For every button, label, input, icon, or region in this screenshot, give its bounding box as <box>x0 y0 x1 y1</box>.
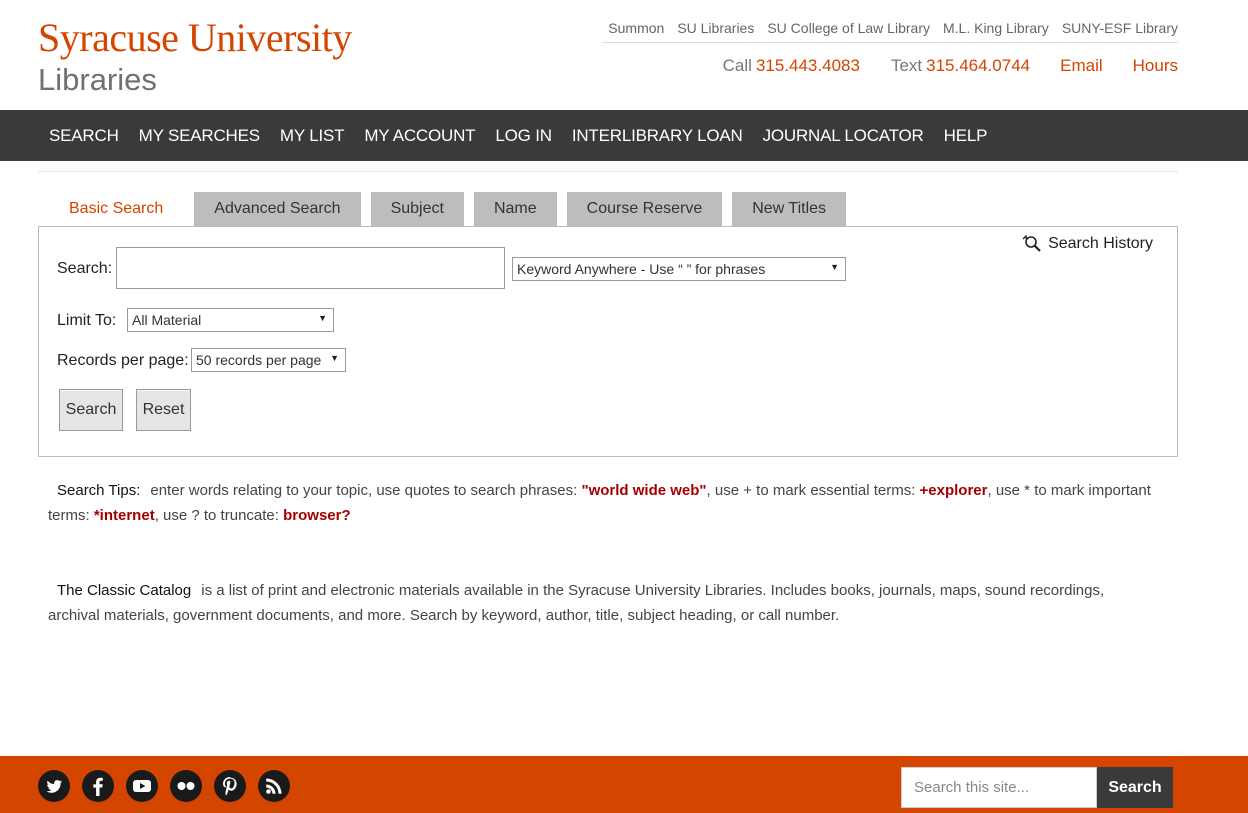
search-type-value: Keyword Anywhere - Use “ ” for phrases <box>517 261 766 277</box>
nav-log-in[interactable]: LOG IN <box>485 126 561 146</box>
hours-link[interactable]: Hours <box>1133 56 1178 76</box>
logo-subtitle: Libraries <box>38 62 157 97</box>
limit-value: All Material <box>132 312 202 328</box>
records-per-page-label: Records per page: <box>57 352 189 369</box>
email-link[interactable]: Email <box>1060 56 1103 76</box>
youtube-icon[interactable] <box>126 770 158 802</box>
tab-basic-search[interactable]: Basic Search <box>48 192 185 226</box>
flickr-icon[interactable] <box>170 770 202 802</box>
tab-new-titles[interactable]: New Titles <box>732 192 847 226</box>
records-per-page-select[interactable]: 50 records per page ▼ <box>191 348 346 372</box>
search-tabs: Basic Search Advanced Search Subject Nam… <box>48 192 856 226</box>
divider <box>38 171 1178 172</box>
tips-text-1: enter words relating to your topic, use … <box>150 482 582 499</box>
tab-advanced-search[interactable]: Advanced Search <box>194 192 361 226</box>
facebook-icon[interactable] <box>82 770 114 802</box>
call-label: Call <box>722 56 752 75</box>
call-number[interactable]: 315.443.4083 <box>756 56 860 76</box>
nav-search[interactable]: SEARCH <box>39 126 129 146</box>
search-tips: Search Tips: enter words relating to your… <box>48 478 1158 528</box>
records-per-page-value: 50 records per page <box>196 352 322 368</box>
tab-name[interactable]: Name <box>473 192 557 226</box>
rss-icon[interactable] <box>258 770 290 802</box>
site-search-input[interactable]: Search this site... <box>901 767 1097 808</box>
search-history-link[interactable]: Search History <box>1022 235 1153 253</box>
nav-my-list[interactable]: MY LIST <box>270 126 354 146</box>
link-su-libraries[interactable]: SU Libraries <box>677 20 754 36</box>
pinterest-icon[interactable] <box>214 770 246 802</box>
link-law-library[interactable]: SU College of Law Library <box>767 20 930 36</box>
tips-example-truncate: browser? <box>283 507 351 524</box>
link-summon[interactable]: Summon <box>608 20 664 36</box>
nav-interlibrary-loan[interactable]: INTERLIBRARY LOAN <box>562 126 753 146</box>
nav-my-account[interactable]: MY ACCOUNT <box>354 126 485 146</box>
reset-button[interactable]: Reset <box>136 389 191 431</box>
logo-title: Syracuse University <box>38 15 352 60</box>
dropdown-arrow-icon: ▼ <box>330 353 339 363</box>
search-history-icon <box>1022 235 1041 252</box>
link-suny-esf-library[interactable]: SUNY-ESF Library <box>1062 20 1178 36</box>
nav-my-searches[interactable]: MY SEARCHES <box>129 126 270 146</box>
footer: Search this site... Search <box>0 756 1248 813</box>
social-links <box>38 770 290 802</box>
nav-help[interactable]: HELP <box>934 126 998 146</box>
text-label: Text <box>890 56 923 75</box>
dropdown-arrow-icon: ▼ <box>318 313 327 323</box>
search-button[interactable]: Search <box>59 389 123 431</box>
nav-journal-locator[interactable]: JOURNAL LOCATOR <box>753 126 934 146</box>
search-input[interactable] <box>116 247 505 289</box>
site-search-button[interactable]: Search <box>1097 767 1173 808</box>
tab-course-reserve[interactable]: Course Reserve <box>566 192 723 226</box>
limit-select[interactable]: All Material ▼ <box>127 308 334 332</box>
text-number[interactable]: 315.464.0744 <box>926 56 1030 76</box>
search-tips-heading: Search Tips: <box>57 482 141 499</box>
top-links: Summon SU Libraries SU College of Law Li… <box>602 20 1178 43</box>
classic-catalog-text: is a list of print and electronic materi… <box>48 582 1105 624</box>
dropdown-arrow-icon: ▼ <box>830 262 839 272</box>
tips-example-phrase: "world wide web" <box>581 482 707 499</box>
search-type-select[interactable]: Keyword Anywhere - Use “ ” for phrases ▼ <box>512 257 846 281</box>
link-mlk-library[interactable]: M.L. King Library <box>943 20 1049 36</box>
search-label: Search: <box>57 260 113 277</box>
tips-example-important: *internet <box>93 507 155 524</box>
search-history-label: Search History <box>1048 235 1153 252</box>
limit-label: Limit To: <box>57 312 117 329</box>
classic-catalog-heading: The Classic Catalog <box>57 582 192 599</box>
site-logo[interactable]: Syracuse University Libraries <box>38 16 352 98</box>
search-panel: Search: Keyword Anywhere - Use “ ” for p… <box>38 226 1178 457</box>
contact-bar: Call 315.443.4083 Text 315.464.0744 Emai… <box>723 56 1178 76</box>
classic-catalog-description: The Classic Catalog is a list of print an… <box>48 578 1158 628</box>
tab-subject[interactable]: Subject <box>370 192 464 226</box>
tips-text-2: , use + to mark essential terms: <box>706 482 920 499</box>
main-nav: SEARCH MY SEARCHES MY LIST MY ACCOUNT LO… <box>0 110 1248 161</box>
tips-example-essential: +explorer <box>919 482 988 499</box>
tips-text-4: , use ? to truncate: <box>154 507 284 524</box>
twitter-icon[interactable] <box>38 770 70 802</box>
